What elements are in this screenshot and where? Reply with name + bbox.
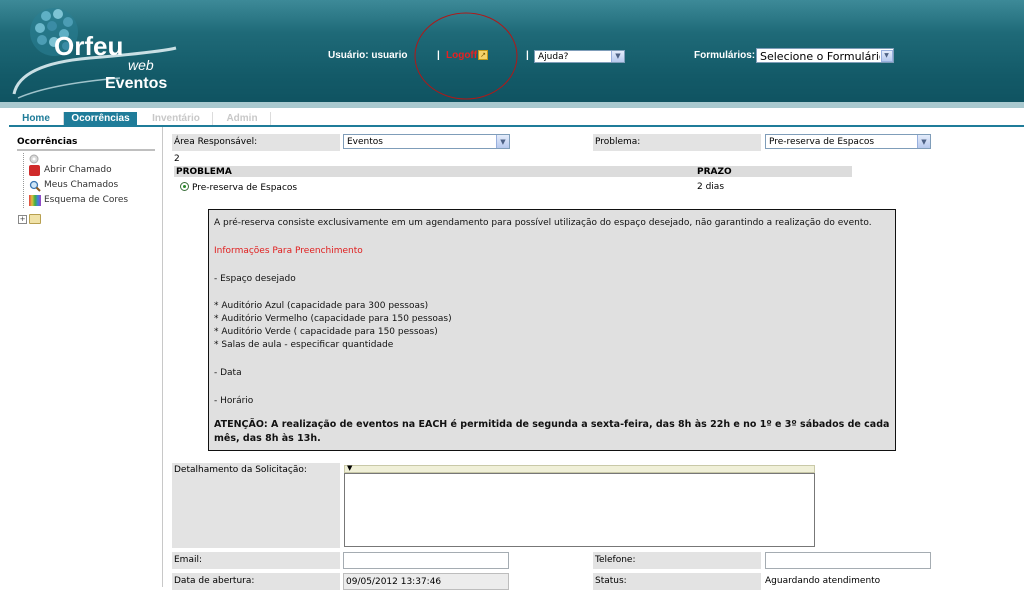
radio-dot bbox=[183, 185, 186, 188]
tab-ocorrencias[interactable]: Ocorrências bbox=[64, 112, 137, 125]
annotation-circle bbox=[414, 12, 518, 100]
radio-selected[interactable] bbox=[180, 182, 189, 191]
separator-2: | bbox=[526, 50, 529, 61]
forms-label: Formulários: bbox=[694, 50, 756, 61]
help-select-value: Ajuda? bbox=[538, 52, 569, 62]
row-problema-value: Pre-reserva de Espacos bbox=[192, 183, 298, 193]
desc-item: * Salas de aula - especificar quantidade bbox=[214, 340, 394, 350]
user-label: Usuário: usuario bbox=[328, 50, 408, 61]
problem-row[interactable]: Pre-reserva de Espacos 2 dias bbox=[178, 181, 858, 195]
chevron-down-icon: ▼ bbox=[917, 135, 930, 148]
desc-blank bbox=[214, 380, 890, 394]
chevron-down-icon: ▼ bbox=[880, 49, 893, 62]
chevron-down-icon: ▼ bbox=[496, 135, 509, 148]
tab-admin[interactable]: Admin bbox=[214, 112, 271, 125]
caret-down-icon[interactable]: ▼ bbox=[347, 464, 352, 472]
desc-blank bbox=[214, 230, 890, 244]
email-label: Email: bbox=[172, 552, 340, 569]
col-prazo: PRAZO bbox=[697, 167, 732, 177]
abrir-chamado-icon bbox=[29, 165, 40, 176]
logo-sub-text: web bbox=[128, 57, 154, 73]
gear-icon bbox=[29, 154, 39, 164]
desc-item: - Espaço desejado bbox=[214, 274, 296, 284]
result-count: 2 bbox=[174, 154, 180, 164]
problem-table-header bbox=[174, 166, 852, 177]
desc-intro: A pré-reserva consiste exclusivamente em… bbox=[214, 218, 872, 228]
desc-blank bbox=[214, 408, 890, 418]
status-value: Aguardando atendimento bbox=[765, 576, 881, 586]
row-prazo-value: 2 dias bbox=[697, 182, 725, 192]
sidebar-item-label: Esquema de Cores bbox=[44, 195, 129, 205]
logo-module-text: Eventos bbox=[105, 75, 168, 92]
problema-select-value: Pre-reserva de Espacos bbox=[769, 137, 875, 147]
desc-item: * Auditório Azul (capacidade para 300 pe… bbox=[214, 301, 429, 311]
sidebar-item-label: Meus Chamados bbox=[44, 180, 119, 190]
desc-item: * Auditório Verde ( capacidade para 150 … bbox=[214, 327, 438, 337]
desc-info-title: Informações Para Preenchimento bbox=[214, 246, 363, 256]
desc-blank bbox=[214, 286, 890, 300]
sidebar-item-label: Abrir Chamado bbox=[44, 165, 112, 175]
sidebar-title: Ocorrências bbox=[17, 137, 78, 147]
desc-item: - Horário bbox=[214, 396, 254, 406]
color-palette-icon bbox=[29, 195, 41, 206]
logo-main-text: Orfeu bbox=[54, 31, 124, 61]
search-icon bbox=[29, 180, 41, 192]
email-field[interactable] bbox=[343, 552, 509, 569]
forms-select-value: Selecione o Formulário bbox=[760, 50, 886, 63]
data-abertura-label: Data de abertura: bbox=[172, 573, 340, 590]
problem-description: A pré-reserva consiste exclusivamente em… bbox=[208, 209, 896, 451]
problema-label: Problema: bbox=[593, 134, 761, 151]
tree-line bbox=[23, 153, 24, 208]
tab-inventario[interactable]: Inventário bbox=[140, 112, 213, 125]
area-responsavel-label: Área Responsável: bbox=[172, 134, 340, 151]
detalhamento-label: Detalhamento da Solicitação: bbox=[172, 463, 340, 548]
logo: Orfeu web Eventos bbox=[10, 4, 180, 100]
desc-blank bbox=[214, 352, 890, 366]
folder-icon bbox=[29, 214, 41, 224]
forms-select[interactable]: Selecione o Formulário ▼ bbox=[756, 48, 894, 63]
detalhamento-toolbar[interactable]: ▼ bbox=[344, 464, 815, 473]
plus-icon[interactable]: + bbox=[18, 215, 27, 224]
data-abertura-value: 09/05/2012 13:37:46 bbox=[343, 573, 509, 590]
sidebar-title-underline bbox=[17, 149, 155, 151]
status-label: Status: bbox=[593, 573, 761, 590]
help-select[interactable]: Ajuda? ▼ bbox=[534, 50, 625, 63]
desc-item: * Auditório Vermelho (capacidade para 15… bbox=[214, 314, 452, 324]
problema-select[interactable]: Pre-reserva de Espacos ▼ bbox=[765, 134, 931, 149]
desc-blank bbox=[214, 258, 890, 272]
tab-home[interactable]: Home bbox=[9, 112, 64, 125]
area-responsavel-select[interactable]: Eventos ▼ bbox=[343, 134, 510, 149]
desc-warning: ATENÇÃO: A realização de eventos na EACH… bbox=[214, 419, 890, 444]
area-select-value: Eventos bbox=[347, 137, 383, 147]
detalhamento-textarea[interactable] bbox=[344, 473, 815, 547]
telefone-field[interactable] bbox=[765, 552, 931, 569]
chevron-down-icon: ▼ bbox=[611, 51, 624, 62]
desc-item: - Data bbox=[214, 368, 242, 378]
telefone-label: Telefone: bbox=[593, 552, 761, 569]
col-problema: PROBLEMA bbox=[176, 167, 232, 177]
